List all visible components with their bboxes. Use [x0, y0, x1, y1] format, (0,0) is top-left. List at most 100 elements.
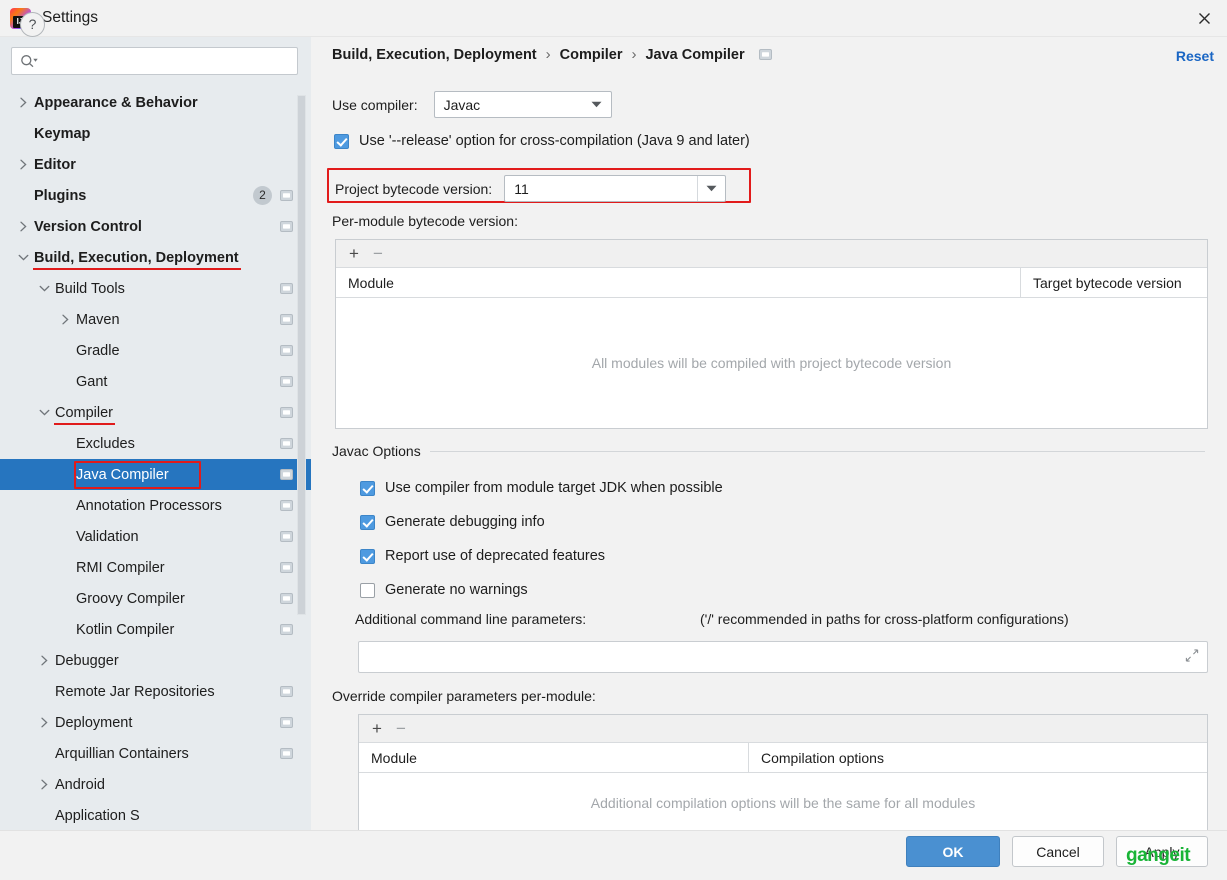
settings-sidebar: Appearance & Behavior Keymap Editor Plugins… — [0, 37, 311, 830]
sidebar-item-kotlin-compiler[interactable]: Kotlin Compiler — [0, 614, 311, 645]
sidebar-item-deployment[interactable]: Deployment — [0, 707, 311, 738]
sidebar-item-maven[interactable]: Maven — [0, 304, 311, 335]
sidebar-item-editor[interactable]: Editor — [0, 149, 311, 180]
chevron-right-icon[interactable] — [35, 645, 53, 676]
use-compiler-row: Use compiler: Javac — [332, 91, 612, 118]
additional-params-field[interactable] — [358, 641, 1208, 673]
sidebar-item-compiler[interactable]: Compiler — [0, 397, 311, 428]
expand-icon[interactable] — [1185, 649, 1199, 666]
chevron-right-icon[interactable] — [14, 87, 32, 118]
search-container — [0, 37, 311, 75]
use-module-jdk-checkbox-row[interactable]: Use compiler from module target JDK when… — [360, 480, 723, 496]
sidebar-item-label: Java Compiler — [76, 466, 169, 483]
minus-icon[interactable]: − — [373, 245, 383, 262]
reset-link[interactable]: Reset — [1176, 48, 1214, 64]
sidebar-item-indicators: 2 — [253, 180, 293, 211]
sidebar-item-gradle[interactable]: Gradle — [0, 335, 311, 366]
sidebar-item-validation[interactable]: Validation — [0, 521, 311, 552]
chevron-down-icon[interactable] — [35, 397, 53, 428]
sidebar-item-appearance-behavior[interactable]: Appearance & Behavior — [0, 87, 311, 118]
column-header-module[interactable]: Module — [336, 268, 1020, 298]
generate-debug-info-checkbox[interactable] — [360, 514, 375, 530]
group-divider — [429, 450, 1205, 452]
report-deprecated-checkbox-row[interactable]: Report use of deprecated features — [360, 548, 605, 564]
use-module-jdk-checkbox[interactable] — [360, 480, 375, 496]
plus-icon[interactable]: + — [349, 245, 359, 262]
minus-icon[interactable]: − — [396, 720, 406, 737]
override-params-table: + − Module Compilation options Additiona… — [358, 714, 1208, 830]
breadcrumb-separator: › — [545, 46, 551, 63]
additional-params-label-row: Additional command line parameters: — [355, 611, 586, 627]
override-params-table-empty-text: Additional compilation options will be t… — [590, 795, 976, 811]
chevron-right-icon[interactable] — [56, 304, 74, 335]
sidebar-item-build-execution-deployment[interactable]: Build, Execution, Deployment — [0, 242, 311, 273]
cancel-button[interactable]: Cancel — [1012, 836, 1104, 867]
search-box[interactable] — [11, 47, 298, 75]
sidebar-item-annotation-processors[interactable]: Annotation Processors — [0, 490, 311, 521]
sidebar-item-indicators — [280, 428, 293, 459]
project-bytecode-dropdown[interactable]: 11 — [504, 175, 727, 202]
sidebar-item-android[interactable]: Android — [0, 769, 311, 800]
project-scope-icon — [280, 500, 293, 511]
chevron-right-icon[interactable] — [35, 707, 53, 738]
project-scope-icon — [280, 376, 293, 387]
sidebar-item-gant[interactable]: Gant — [0, 366, 311, 397]
breadcrumb: Build, Execution, Deployment › Compiler … — [332, 46, 772, 63]
triangle-down-icon — [583, 92, 611, 117]
sidebar-item-indicators — [280, 397, 293, 428]
breadcrumb-item-0[interactable]: Build, Execution, Deployment — [332, 47, 537, 63]
column-header-module[interactable]: Module — [359, 743, 748, 773]
chevron-right-icon[interactable] — [14, 149, 32, 180]
project-scope-icon — [280, 717, 293, 728]
use-compiler-dropdown[interactable]: Javac — [433, 91, 612, 118]
release-option-checkbox[interactable] — [334, 133, 349, 149]
plus-icon[interactable]: + — [372, 720, 382, 737]
javac-options-label: Javac Options — [332, 443, 421, 459]
chevron-right-icon[interactable] — [35, 769, 53, 800]
report-deprecated-checkbox[interactable] — [360, 548, 375, 564]
additional-params-input[interactable] — [359, 642, 1207, 672]
help-button[interactable]: ? — [20, 12, 45, 37]
report-deprecated-label: Report use of deprecated features — [385, 548, 606, 564]
column-header-compilation-options[interactable]: Compilation options — [748, 742, 1207, 773]
apply-button[interactable]: Apply — [1116, 836, 1208, 867]
triangle-down-icon[interactable] — [697, 176, 725, 201]
column-header-target-bytecode-version[interactable]: Target bytecode version — [1020, 267, 1207, 298]
close-icon[interactable] — [1181, 0, 1227, 37]
breadcrumb-item-1[interactable]: Compiler — [560, 47, 623, 63]
sidebar-scrollbar[interactable] — [297, 95, 306, 615]
sidebar-item-plugins[interactable]: Plugins 2 — [0, 180, 311, 211]
sidebar-item-indicators — [280, 459, 293, 490]
project-scope-icon — [280, 593, 293, 604]
sidebar-item-label: Appearance & Behavior — [34, 94, 198, 111]
sidebar-item-arquillian-containers[interactable]: Arquillian Containers — [0, 738, 311, 769]
generate-debug-info-checkbox-row[interactable]: Generate debugging info — [360, 514, 545, 530]
per-module-bytecode-label-row: Per-module bytecode version: — [332, 213, 518, 229]
generate-no-warnings-checkbox[interactable] — [360, 582, 375, 598]
project-scope-icon — [280, 314, 293, 325]
sidebar-item-remote-jar-repositories[interactable]: Remote Jar Repositories — [0, 676, 311, 707]
generate-no-warnings-label: Generate no warnings — [385, 582, 528, 598]
sidebar-item-rmi-compiler[interactable]: RMI Compiler — [0, 552, 311, 583]
release-option-checkbox-row[interactable]: Use '--release' option for cross-compila… — [334, 133, 750, 149]
sidebar-item-version-control[interactable]: Version Control — [0, 211, 311, 242]
generate-no-warnings-checkbox-row[interactable]: Generate no warnings — [360, 582, 528, 598]
sidebar-item-excludes[interactable]: Excludes — [0, 428, 311, 459]
sidebar-item-debugger[interactable]: Debugger — [0, 645, 311, 676]
sidebar-item-application-s[interactable]: Application S — [0, 800, 311, 830]
chevron-down-icon[interactable] — [35, 273, 53, 304]
project-scope-icon — [280, 624, 293, 635]
sidebar-item-keymap[interactable]: Keymap — [0, 118, 311, 149]
chevron-right-icon[interactable] — [14, 211, 32, 242]
sidebar-item-java-compiler[interactable]: Java Compiler — [0, 459, 311, 490]
ok-button[interactable]: OK — [906, 836, 1000, 867]
sidebar-item-groovy-compiler[interactable]: Groovy Compiler — [0, 583, 311, 614]
chevron-down-icon[interactable] — [14, 242, 32, 273]
search-input[interactable] — [39, 48, 297, 74]
sidebar-item-build-tools[interactable]: Build Tools — [0, 273, 311, 304]
